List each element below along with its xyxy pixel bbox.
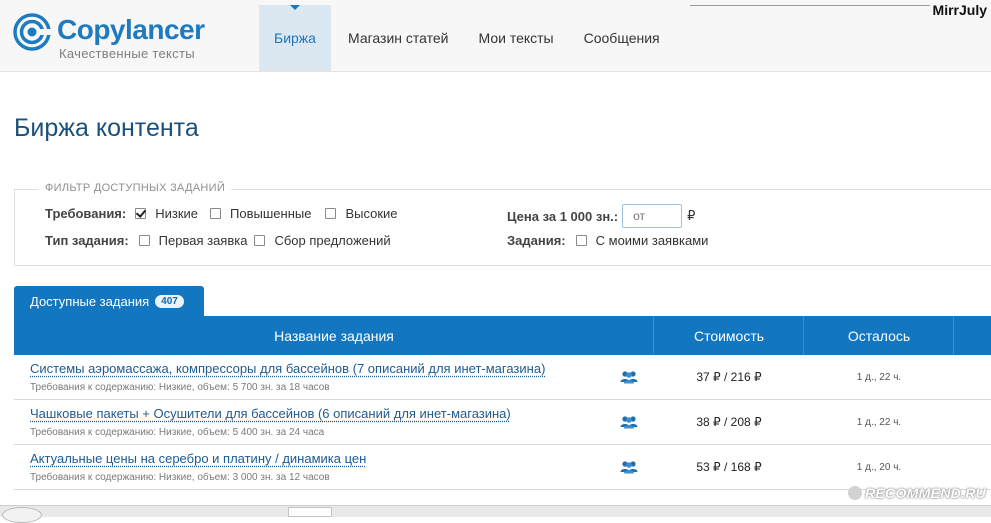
task-title-link[interactable]: Системы аэромассажа, компрессоры для бас… [30, 361, 545, 376]
requirements-top-checkbox[interactable] [325, 208, 336, 219]
logo-tagline: Качественные тексты [59, 46, 195, 61]
users-group-icon[interactable] [620, 415, 638, 429]
my-bids-checkbox[interactable] [576, 235, 587, 246]
logo-name: Copylancer [57, 14, 205, 46]
column-header-time-left[interactable]: Осталось [804, 316, 954, 355]
task-price: 37 ₽ / 216 ₽ [654, 370, 804, 384]
nav-birzha-label: Биржа [274, 30, 316, 46]
column-header-title[interactable]: Название задания [14, 316, 654, 355]
task-details: Требования к содержанию: Низкие, объем: … [30, 382, 330, 393]
nav-messages[interactable]: Сообщения [569, 5, 675, 71]
first-bid-checkbox[interactable] [139, 235, 150, 246]
requirements-row: Требования: Низкие Повышенные Высокие [45, 206, 398, 221]
requirements-label: Требования: [45, 206, 126, 221]
tab-available-tasks[interactable]: Доступные задания 407 [14, 286, 204, 316]
task-time-left: 1 д., 22 ч. [804, 372, 954, 383]
my-bids-label: С моими заявками [596, 233, 709, 248]
requirements-low-label: Низкие [155, 206, 198, 221]
table-row[interactable]: Чашковые пакеты + Осушители для бассейно… [14, 400, 991, 445]
task-type-label: Тип задания: [45, 233, 129, 248]
task-title-link[interactable]: Чашковые пакеты + Осушители для бассейно… [30, 406, 511, 421]
collect-offers-checkbox[interactable] [254, 235, 265, 246]
filter-panel: ФИЛЬТР ДОСТУПНЫХ ЗАДАНИЙ Требования: Низ… [14, 189, 991, 266]
taskbar-button[interactable] [288, 507, 332, 517]
nav-my-texts-label: Мои тексты [479, 30, 554, 46]
nav-messages-label: Сообщения [584, 30, 660, 46]
users-group-icon[interactable] [620, 460, 638, 474]
nav-my-texts[interactable]: Мои тексты [464, 5, 569, 71]
browser-bottom-strip [0, 505, 991, 517]
nav-article-store[interactable]: Магазин статей [333, 5, 464, 71]
price-label: Цена за 1 000 зн.: [507, 209, 618, 224]
copylancer-logo-icon [13, 13, 51, 51]
tasks-row: Задания: С моими заявками [507, 233, 708, 248]
user-divider [690, 5, 930, 6]
page-title: Биржа контента [14, 114, 199, 143]
price-from-input[interactable] [622, 204, 682, 228]
task-details: Требования к содержанию: Низкие, объем: … [30, 472, 330, 483]
price-currency: ₽ [687, 208, 695, 224]
tasks-label: Задания: [507, 233, 566, 248]
top-bar: Copylancer Качественные тексты Биржа Маг… [0, 0, 991, 72]
task-title-link[interactable]: Актуальные цены на серебро и платину / д… [30, 451, 366, 466]
table-row[interactable]: Актуальные цены на серебро и платину / д… [14, 445, 991, 490]
watermark-text: RECOMMEND.RU [865, 485, 986, 501]
column-divider [953, 316, 954, 355]
table-row[interactable]: Системы аэромассажа, компрессоры для бас… [14, 355, 991, 400]
task-price: 38 ₽ / 208 ₽ [654, 415, 804, 429]
active-caret-icon [290, 5, 300, 10]
collect-offers-label: Сбор предложений [274, 233, 390, 248]
filter-legend: ФИЛЬТР ДОСТУПНЫХ ЗАДАНИЙ [39, 182, 231, 194]
requirements-top-label: Высокие [345, 206, 397, 221]
nav-birzha[interactable]: Биржа [259, 5, 331, 71]
nav-article-store-label: Магазин статей [348, 30, 449, 46]
watermark-logo-icon [848, 486, 862, 500]
users-group-icon[interactable] [620, 370, 638, 384]
main-nav: Биржа Магазин статей Мои тексты Сообщени… [259, 5, 675, 71]
requirements-low-checkbox[interactable] [135, 208, 146, 219]
task-time-left: 1 д., 22 ч. [804, 417, 954, 428]
requirements-high-label: Повышенные [230, 206, 311, 221]
task-type-row: Тип задания: Первая заявка Сбор предложе… [45, 233, 391, 248]
first-bid-label: Первая заявка [159, 233, 248, 248]
start-button[interactable] [2, 507, 42, 523]
table-header: Название задания Стоимость Осталось [14, 316, 991, 355]
tab-available-tasks-label: Доступные задания [30, 294, 149, 309]
column-header-price[interactable]: Стоимость [654, 316, 804, 355]
logo[interactable]: Copylancer Качественные тексты [13, 12, 223, 62]
task-time-left: 1 д., 20 ч. [804, 462, 954, 473]
task-details: Требования к содержанию: Низкие, объем: … [30, 427, 324, 438]
task-price: 53 ₽ / 168 ₽ [654, 460, 804, 474]
price-row: Цена за 1 000 зн.: ₽ [507, 204, 695, 228]
user-name[interactable]: MirrJuly [933, 2, 987, 18]
watermark: RECOMMEND.RU [848, 485, 986, 501]
requirements-high-checkbox[interactable] [210, 208, 221, 219]
tasks-count-badge: 407 [155, 295, 184, 308]
